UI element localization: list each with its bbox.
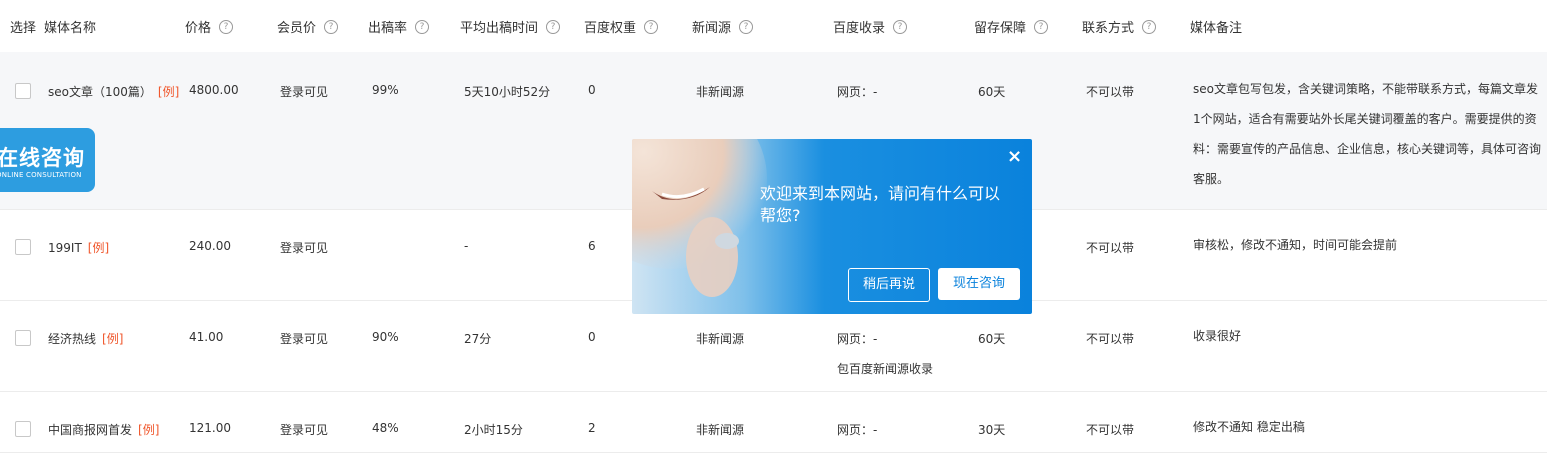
member-price-cell: 登录可见: [280, 241, 329, 255]
table-row: 经济热线 [例] 41.00 登录可见 90% 27分 0 非新闻源 网页：- 包…: [0, 301, 1547, 392]
news-source-cell: 非新闻源: [696, 332, 745, 346]
help-icon[interactable]: ?: [324, 19, 339, 34]
member-price-cell: 登录可见: [280, 423, 329, 437]
example-link[interactable]: [例]: [88, 241, 109, 255]
time-cell: 5天10小时52分: [464, 85, 551, 99]
help-icon[interactable]: ?: [893, 19, 908, 34]
rate-cell: 48%: [372, 421, 399, 435]
remarks-cell: 收录很好: [1193, 329, 1242, 343]
later-button[interactable]: 稍后再说: [848, 268, 930, 302]
time-cell: -: [464, 239, 469, 253]
index-cell: 网页：-: [837, 423, 878, 437]
time-cell: 27分: [464, 332, 492, 346]
online-consult-tab[interactable]: 在线咨询 ONLINE CONSULTATION: [0, 128, 95, 192]
chat-invite-popup: × 欢迎来到本网站，请问有什么可以帮您? 稍后再说 现在咨询: [632, 139, 1032, 314]
time-cell: 2小时15分: [464, 423, 523, 437]
rate-cell: 99%: [372, 83, 399, 97]
help-icon[interactable]: ?: [739, 19, 754, 34]
close-icon[interactable]: ×: [1007, 146, 1022, 167]
header-retention[interactable]: 留存保障?: [974, 17, 1049, 36]
consult-tab-title: 在线咨询: [0, 146, 85, 170]
row-checkbox[interactable]: [15, 83, 31, 99]
contact-cell: 不可以带: [1086, 332, 1135, 346]
help-icon[interactable]: ?: [644, 19, 659, 34]
example-link[interactable]: [例]: [138, 423, 159, 437]
table-header: 选择 媒体名称 价格? 会员价? 出稿率? 平均出稿时间? 百度权重? 新闻源?…: [0, 0, 1547, 52]
media-name-cell[interactable]: 199IT [例]: [48, 239, 109, 256]
help-icon[interactable]: ?: [415, 19, 430, 34]
retention-cell: 60天: [978, 332, 1006, 346]
help-icon[interactable]: ?: [1142, 19, 1157, 34]
contact-cell: 不可以带: [1086, 85, 1135, 99]
remarks-cell: seo文章包写包发，含关键词策略，不能带联系方式，每篇文章发1个网站，适合有需要…: [1193, 82, 1542, 186]
row-checkbox[interactable]: [15, 239, 31, 255]
price-cell: 4800.00: [189, 83, 239, 97]
table-row: 中国商报网首发 [例] 121.00 登录可见 48% 2小时15分 2 非新闻源…: [0, 392, 1547, 453]
consult-now-button[interactable]: 现在咨询: [938, 268, 1020, 300]
media-name-cell[interactable]: seo文章（100篇） [例]: [48, 83, 179, 100]
remarks-cell: 审核松，修改不通知，时间可能会提前: [1193, 238, 1398, 252]
index-cell: 网页：-: [837, 332, 878, 346]
header-avg-time[interactable]: 平均出稿时间?: [460, 17, 561, 36]
price-cell: 240.00: [189, 239, 231, 253]
news-source-cell: 非新闻源: [696, 85, 745, 99]
header-remarks: 媒体备注: [1190, 21, 1243, 36]
member-price-cell: 登录可见: [280, 85, 329, 99]
row-checkbox[interactable]: [15, 330, 31, 346]
popup-message: 欢迎来到本网站，请问有什么可以帮您?: [760, 184, 1001, 225]
header-news-source[interactable]: 新闻源?: [692, 17, 754, 36]
member-price-cell: 登录可见: [280, 332, 329, 346]
price-cell: 121.00: [189, 421, 231, 435]
consult-tab-subtitle: ONLINE CONSULTATION: [0, 171, 82, 179]
help-icon[interactable]: ?: [1034, 19, 1049, 34]
weight-cell: 6: [588, 239, 596, 253]
example-link[interactable]: [例]: [102, 332, 123, 346]
retention-cell: 30天: [978, 423, 1006, 437]
header-price[interactable]: 价格?: [185, 17, 234, 36]
help-icon[interactable]: ?: [546, 19, 561, 34]
header-publish-rate[interactable]: 出稿率?: [368, 17, 430, 36]
contact-cell: 不可以带: [1086, 241, 1135, 255]
rate-cell: 90%: [372, 330, 399, 344]
contact-cell: 不可以带: [1086, 423, 1135, 437]
header-contact[interactable]: 联系方式?: [1082, 17, 1157, 36]
weight-cell: 0: [588, 83, 596, 97]
retention-cell: 60天: [978, 85, 1006, 99]
header-select: 选择: [10, 21, 37, 36]
weight-cell: 2: [588, 421, 596, 435]
news-source-cell: 非新闻源: [696, 423, 745, 437]
example-link[interactable]: [例]: [158, 85, 179, 99]
weight-cell: 0: [588, 330, 596, 344]
header-member-price[interactable]: 会员价?: [277, 17, 339, 36]
media-name-cell[interactable]: 经济热线 [例]: [48, 330, 123, 347]
header-baidu-index[interactable]: 百度收录?: [833, 17, 908, 36]
header-media-name: 媒体名称: [44, 21, 97, 36]
row-checkbox[interactable]: [15, 421, 31, 437]
media-name-cell[interactable]: 中国商报网首发 [例]: [48, 421, 159, 438]
index-note-cell: 包百度新闻源收录: [837, 362, 934, 376]
help-icon[interactable]: ?: [219, 19, 234, 34]
header-baidu-weight[interactable]: 百度权重?: [584, 17, 659, 36]
remarks-cell: 修改不通知 稳定出稿: [1193, 420, 1305, 434]
index-cell: 网页：-: [837, 85, 878, 99]
price-cell: 41.00: [189, 330, 224, 344]
